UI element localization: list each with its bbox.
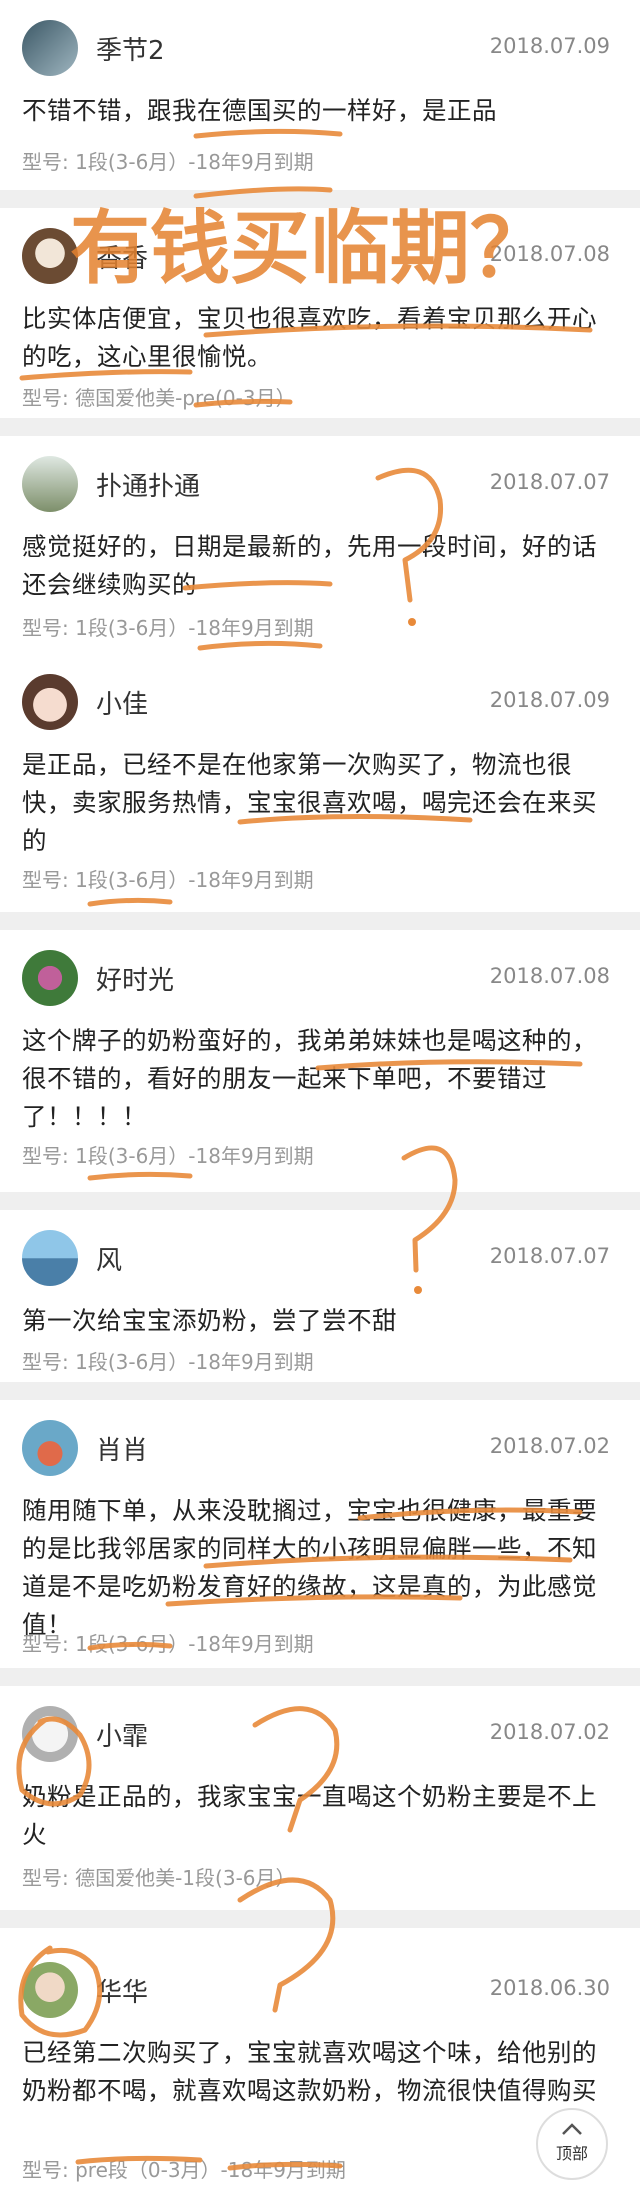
review-date: 2018.07.08 (489, 242, 610, 266)
review-card: 好时光 2018.07.08 这个牌子的奶粉蛮好的，我弟弟妹妹也是喝这种的，很不… (0, 930, 640, 1192)
review-model: 型号: pre段（0-3月）-18年9月到期 (22, 2158, 346, 2182)
review-username[interactable]: 季节2 (96, 30, 165, 67)
review-model: 型号: 德国爱他美-1段(3-6月） (22, 1866, 296, 1890)
review-model: 型号: 1段(3-6月）-18年9月到期 (22, 868, 314, 892)
review-text: 不错不错，跟我在德国买的一样好，是正品 (22, 96, 497, 125)
review-model: 型号: 德国爱他美-pre(0-3月） (22, 386, 296, 410)
review-date: 2018.07.08 (489, 964, 610, 988)
review-card: 风 2018.07.07 第一次给宝宝添奶粉，尝了尝不甜 型号: 1段(3-6月… (0, 1210, 640, 1382)
review-username[interactable]: 华华 (96, 1972, 148, 2009)
user-avatar-icon[interactable] (22, 20, 78, 76)
review-username[interactable]: 好时光 (96, 960, 174, 997)
review-card: 小霏 2018.07.02 奶粉是正品的，我家宝宝一直喝这个奶粉主要是不上火 型… (0, 1686, 640, 1910)
girl-avatar-icon[interactable] (22, 674, 78, 730)
review-text: 比实体店便宜，宝贝也很喜欢吃，看着宝贝那么开心的吃，这心里很愉悦。 (22, 304, 597, 371)
review-username[interactable]: 香香 (96, 238, 148, 275)
review-username[interactable]: 肖肖 (96, 1430, 148, 1467)
review-username[interactable]: 风 (96, 1240, 122, 1277)
review-card: 香香 2018.07.08 比实体店便宜，宝贝也很喜欢吃，看着宝贝那么开心的吃，… (0, 208, 640, 418)
dog-avatar-icon[interactable] (22, 228, 78, 284)
review-date: 2018.07.07 (489, 1244, 610, 1268)
review-card: 小佳 2018.07.09 是正品，已经不是在他家第一次购买了，物流也很快，卖家… (0, 654, 640, 912)
review-text: 是正品，已经不是在他家第一次购买了，物流也很快，卖家服务热情，宝宝很喜欢喝，喝完… (22, 750, 597, 855)
person-avatar-icon[interactable] (22, 456, 78, 512)
flower-avatar-icon[interactable] (22, 950, 78, 1006)
review-card: 肖肖 2018.07.02 随用随下单，从来没耽搁过，宝宝也很健康，最重要的是比… (0, 1400, 640, 1668)
back-to-top-button[interactable]: 顶部 (536, 2108, 608, 2180)
review-model: 型号: 1段(3-6月）-18年9月到期 (22, 1144, 314, 1168)
review-text: 这个牌子的奶粉蛮好的，我弟弟妹妹也是喝这种的，很不错的，看好的朋友一起来下单吧，… (22, 1026, 597, 1131)
toy-avatar-icon[interactable] (22, 1420, 78, 1476)
review-text: 已经第二次购买了，宝宝就喜欢喝这个味，给他别的奶粉都不喝，就喜欢喝这款奶粉，物流… (22, 2038, 597, 2105)
review-username[interactable]: 小佳 (96, 684, 148, 721)
chevron-up-icon (562, 2123, 582, 2135)
review-text: 感觉挺好的，日期是最新的，先用一段时间，好的话还会继续购买的 (22, 532, 597, 599)
review-date: 2018.07.09 (489, 34, 610, 58)
review-date: 2018.07.02 (489, 1434, 610, 1458)
review-text: 第一次给宝宝添奶粉，尝了尝不甜 (22, 1306, 397, 1335)
review-date: 2018.07.09 (489, 688, 610, 712)
review-card: 季节2 2018.07.09 不错不错，跟我在德国买的一样好，是正品 型号: 1… (0, 0, 640, 190)
cat-avatar-icon[interactable] (22, 1706, 78, 1762)
review-model: 型号: 1段(3-6月）-18年9月到期 (22, 150, 314, 174)
review-username[interactable]: 扑通扑通 (96, 466, 200, 503)
review-model: 型号: 1段(3-6月）-18年9月到期 (22, 616, 314, 640)
review-date: 2018.07.02 (489, 1720, 610, 1744)
review-date: 2018.07.07 (489, 470, 610, 494)
review-text: 随用随下单，从来没耽搁过，宝宝也很健康，最重要的是比我邻居家的同样大的小孩明显偏… (22, 1496, 597, 1639)
review-model: 型号: 1段(3-6月）-18年9月到期 (22, 1632, 314, 1656)
review-date: 2018.06.30 (489, 1976, 610, 2000)
review-card: 扑通扑通 2018.07.07 感觉挺好的，日期是最新的，先用一段时间，好的话还… (0, 436, 640, 654)
review-username[interactable]: 小霏 (96, 1716, 148, 1753)
back-to-top-label: 顶部 (555, 2144, 588, 2163)
baby-avatar-icon[interactable] (22, 1962, 78, 2018)
landscape-avatar-icon[interactable] (22, 1230, 78, 1286)
review-text: 奶粉是正品的，我家宝宝一直喝这个奶粉主要是不上火 (22, 1782, 597, 1849)
review-model: 型号: 1段(3-6月）-18年9月到期 (22, 1350, 314, 1374)
